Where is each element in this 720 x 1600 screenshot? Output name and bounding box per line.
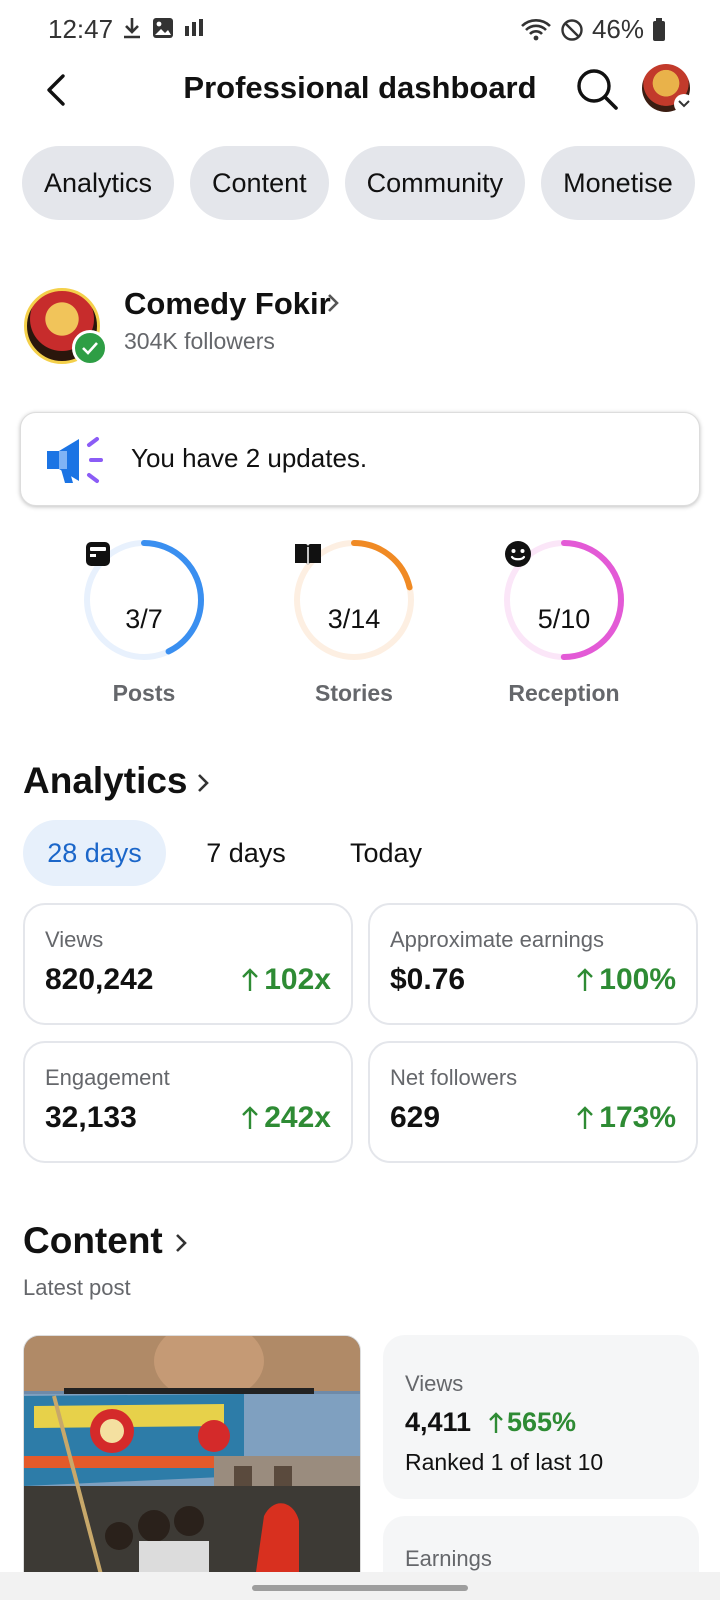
image-icon xyxy=(153,18,173,38)
stat-value: 629 xyxy=(390,1101,441,1134)
stat-change: 102x xyxy=(264,963,331,996)
chevron-right-icon[interactable] xyxy=(174,1230,190,1256)
stat-card-earnings[interactable]: Approximate earnings $0.76 100% xyxy=(368,903,698,1025)
posts-progress-value: 3/7 xyxy=(125,604,163,634)
stat-value: 820,242 xyxy=(45,963,154,996)
latest-post-views-card[interactable]: Views 4,411 565% Ranked 1 of last 10 xyxy=(383,1335,699,1499)
smiley-icon xyxy=(505,541,531,567)
period-today[interactable]: Today xyxy=(326,820,446,886)
download-icon xyxy=(124,18,140,39)
book-icon xyxy=(295,544,321,565)
battery-percent: 46% xyxy=(591,14,644,44)
follower-count: 304K followers xyxy=(124,328,275,354)
profile-name: Comedy Fokir xyxy=(124,286,331,321)
updates-text: You have 2 updates. xyxy=(131,443,368,473)
status-bar: 12:47 46% xyxy=(0,0,720,60)
stat-label: Approximate earnings xyxy=(390,927,605,952)
wifi-icon xyxy=(521,18,551,40)
arrow-up-icon xyxy=(577,968,594,991)
posts-progress[interactable]: 3/7 Posts xyxy=(54,538,234,718)
arrow-up-icon xyxy=(242,968,259,991)
stories-label: Stories xyxy=(315,680,393,706)
page-profile[interactable]: Comedy Fokir 304K followers xyxy=(24,286,704,366)
status-time: 12:47 xyxy=(48,14,114,44)
posts-label: Posts xyxy=(112,680,176,706)
period-28-days[interactable]: 28 days xyxy=(23,820,166,886)
reception-progress[interactable]: 5/10 Reception xyxy=(474,538,654,718)
stat-value: $0.76 xyxy=(390,963,466,996)
thumbnail-image xyxy=(24,1336,360,1584)
app-header: Professional dashboard xyxy=(0,62,720,122)
signal-icon xyxy=(185,19,203,36)
tab-analytics[interactable]: Analytics xyxy=(22,146,175,220)
arrow-up-icon xyxy=(242,1106,259,1129)
do-not-disturb-icon xyxy=(561,18,583,41)
latest-post-label: Latest post xyxy=(23,1275,131,1300)
chevron-right-icon[interactable] xyxy=(196,770,212,796)
post-icon xyxy=(86,542,110,566)
megaphone-icon xyxy=(47,437,103,483)
stat-change: 173% xyxy=(599,1101,676,1134)
account-switcher-avatar[interactable] xyxy=(642,64,694,114)
stat-label: Engagement xyxy=(45,1065,170,1090)
stat-label: Net followers xyxy=(390,1065,518,1090)
chevron-right-icon xyxy=(328,294,339,312)
chevron-down-icon xyxy=(674,94,694,114)
reception-label: Reception xyxy=(508,680,620,706)
battery-icon xyxy=(653,17,665,41)
updates-banner[interactable]: You have 2 updates. xyxy=(20,412,700,506)
home-indicator[interactable] xyxy=(252,1585,468,1591)
verified-check-icon xyxy=(72,330,108,366)
latest-views-label: Views xyxy=(405,1371,464,1396)
stories-progress-value: 3/14 xyxy=(327,604,381,634)
tab-content[interactable]: Content xyxy=(190,146,329,220)
latest-earnings-label: Earnings xyxy=(405,1546,492,1571)
search-button[interactable] xyxy=(574,66,620,112)
stories-progress[interactable]: 3/14 Stories xyxy=(264,538,444,718)
tab-community[interactable]: Community xyxy=(344,146,526,220)
latest-views-rank: Ranked 1 of last 10 xyxy=(405,1449,604,1475)
stat-value: 32,133 xyxy=(45,1101,137,1134)
stat-card-views[interactable]: Views 820,242 102x xyxy=(23,903,353,1025)
stat-change: 100% xyxy=(599,963,676,996)
analytics-section-title[interactable]: Analytics xyxy=(23,760,188,802)
latest-views-value: 4,411 xyxy=(405,1407,472,1437)
latest-views-change: 565% xyxy=(507,1407,577,1437)
tab-monetise[interactable]: Monetise xyxy=(541,146,695,220)
reception-progress-value: 5/10 xyxy=(537,604,591,634)
stat-card-net-followers[interactable]: Net followers 629 173% xyxy=(368,1041,698,1163)
arrow-up-icon xyxy=(577,1106,594,1129)
arrow-up-icon xyxy=(489,1411,503,1433)
latest-post-thumbnail[interactable] xyxy=(23,1335,361,1585)
stat-label: Views xyxy=(45,927,104,952)
period-7-days[interactable]: 7 days xyxy=(178,820,314,886)
search-icon xyxy=(577,69,618,110)
stat-change: 242x xyxy=(264,1101,331,1134)
stat-card-engagement[interactable]: Engagement 32,133 242x xyxy=(23,1041,353,1163)
content-section-title[interactable]: Content xyxy=(23,1220,163,1262)
dashboard-tabs: Analytics Content Community Monetise xyxy=(22,146,695,220)
